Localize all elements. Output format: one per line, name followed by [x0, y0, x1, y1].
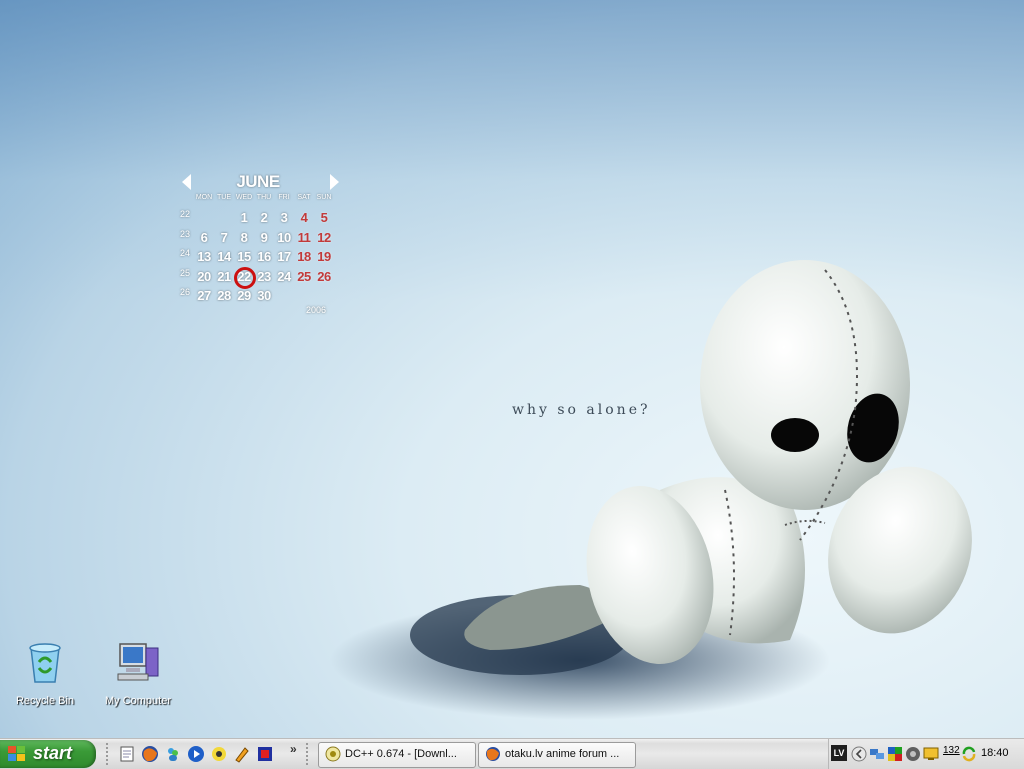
calendar-day[interactable]: 20 [194, 267, 214, 287]
dcpp-icon [325, 746, 341, 762]
calendar-day[interactable]: 2 [254, 208, 274, 228]
windows-flag-icon [8, 746, 25, 761]
calendar-day-today[interactable]: 22 [234, 266, 256, 288]
calendar-day [194, 208, 214, 228]
sync-icon[interactable] [961, 746, 977, 762]
calendar-week-number: 24 [180, 248, 191, 258]
calendar-day[interactable]: 13 [194, 247, 214, 267]
calendar-week-row: 24 13 14 15 16 17 18 19 [178, 247, 338, 267]
calendar-day [214, 208, 234, 228]
task-label: otaku.lv anime forum ... [505, 748, 620, 760]
calendar-weekday-label: THU [256, 194, 272, 201]
language-indicator[interactable]: LV [831, 745, 847, 761]
calendar-day[interactable]: 11 [294, 228, 314, 248]
system-tray: LV 132 18:40 [828, 739, 1024, 769]
recycle-bin-icon [29, 643, 61, 683]
calendar-day[interactable]: 24 [274, 267, 294, 287]
app-icon[interactable] [256, 745, 274, 763]
calendar-day[interactable]: 6 [194, 228, 214, 248]
calendar-week-number: 25 [180, 267, 191, 278]
calendar-weekday-label: FRI [278, 194, 290, 201]
start-button[interactable]: start [0, 740, 96, 768]
calendar-day[interactable]: 4 [294, 208, 314, 228]
calendar-weekday-label: SUN [316, 194, 332, 201]
msn-icon[interactable] [164, 745, 182, 763]
calendar-month: JUNE [236, 172, 280, 191]
calendar-day[interactable]: 16 [254, 247, 274, 267]
calendar-next-month-button[interactable] [330, 174, 339, 190]
calendar-grid: 22 1 2 3 4 5 23 6 7 8 9 10 11 12 24 13 14 15 16 17 18 19 25 20 2… [178, 208, 338, 306]
calendar-day[interactable]: 30 [254, 286, 274, 306]
calendar-week-number: 23 [180, 228, 191, 239]
calendar-prev-month-button[interactable] [182, 174, 191, 190]
calendar-day[interactable]: 27 [194, 286, 214, 306]
calendar-week-number: 22 [180, 209, 191, 219]
calendar-day[interactable]: 15 [234, 247, 254, 267]
firefox-icon[interactable] [141, 745, 159, 763]
firefox-icon [486, 747, 500, 761]
desktop-icon-label: Recycle Bin [15, 695, 75, 707]
calendar-day[interactable]: 18 [294, 247, 314, 267]
color-app-icon[interactable] [887, 746, 903, 762]
desktop-icon-my-computer[interactable]: My Computer [98, 638, 178, 707]
my-computer-icon [117, 643, 159, 681]
calendar-week-row: 22 1 2 3 4 5 [178, 208, 338, 228]
calendar-weekday-label: WED [235, 194, 253, 201]
monitor-icon[interactable] [923, 746, 939, 762]
calendar-day[interactable]: 7 [214, 228, 234, 248]
desktop-icon-recycle-bin[interactable]: Recycle Bin [5, 638, 85, 707]
calendar-weekday-label: MON [195, 194, 213, 201]
calendar-week-row: 26 27 28 29 30 [178, 286, 338, 306]
calendar-day[interactable]: 29 [234, 286, 254, 306]
calendar-header: JUNE [178, 170, 339, 194]
calendar-week-row: 25 20 21 22 23 24 25 26 [178, 266, 338, 288]
calendar-widget: JUNE MON TUE WED THU FRI SAT SUN 22 1 2 3 4 5 23 6 7 8 9… [178, 168, 339, 318]
clock[interactable]: 18:40 [981, 747, 1009, 759]
calendar-day[interactable]: 28 [214, 286, 234, 306]
calendar-day[interactable]: 3 [274, 208, 294, 228]
desktop-icon-label: My Computer [104, 695, 172, 707]
calendar-day [294, 286, 314, 306]
calendar-weekday-label: TUE [217, 194, 231, 201]
task-button-otaku-forum[interactable]: otaku.lv anime forum ... [478, 742, 636, 768]
calendar-week-number: 26 [180, 287, 191, 297]
calendar-weekday-label: SAT [297, 194, 311, 201]
taskbar-grip[interactable] [306, 743, 311, 765]
calendar-weekday-header: MON TUE WED THU FRI SAT SUN [194, 194, 338, 201]
pencil-icon[interactable] [233, 745, 251, 763]
media-player-icon[interactable] [187, 745, 205, 763]
calendar-week-row: 23 6 7 8 9 10 11 12 [178, 228, 338, 248]
quick-launch-overflow-button[interactable]: » [290, 742, 297, 756]
start-label: start [33, 743, 73, 763]
network-icon[interactable] [869, 746, 885, 762]
calendar-day[interactable]: 5 [314, 208, 334, 228]
calendar-day[interactable]: 1 [234, 208, 254, 228]
calendar-day[interactable]: 21 [214, 267, 234, 287]
quick-launch-grip[interactable] [106, 743, 111, 765]
doll-figure-illustration [330, 260, 972, 720]
calendar-day [274, 286, 294, 306]
calendar-day[interactable]: 10 [274, 228, 294, 248]
winamp-icon[interactable] [210, 745, 228, 763]
calendar-day[interactable]: 9 [254, 228, 274, 248]
tray-counter[interactable]: 132 [943, 745, 960, 756]
calendar-day[interactable]: 23 [254, 267, 274, 287]
calendar-day[interactable]: 8 [234, 228, 254, 248]
task-button-dcpp[interactable]: DC++ 0.674 - [Downl... [318, 742, 476, 768]
volume-icon[interactable] [905, 746, 921, 762]
calendar-day[interactable]: 17 [274, 247, 294, 267]
notepad-icon[interactable] [118, 745, 136, 763]
calendar-day[interactable]: 25 [294, 267, 314, 287]
taskbar: start » DC++ 0.674 - [Downl... otaku.lv … [0, 738, 1024, 769]
tray-expand-arrow-icon[interactable] [851, 746, 867, 762]
calendar-day[interactable]: 14 [214, 247, 234, 267]
task-label: DC++ 0.674 - [Downl... [345, 748, 457, 760]
